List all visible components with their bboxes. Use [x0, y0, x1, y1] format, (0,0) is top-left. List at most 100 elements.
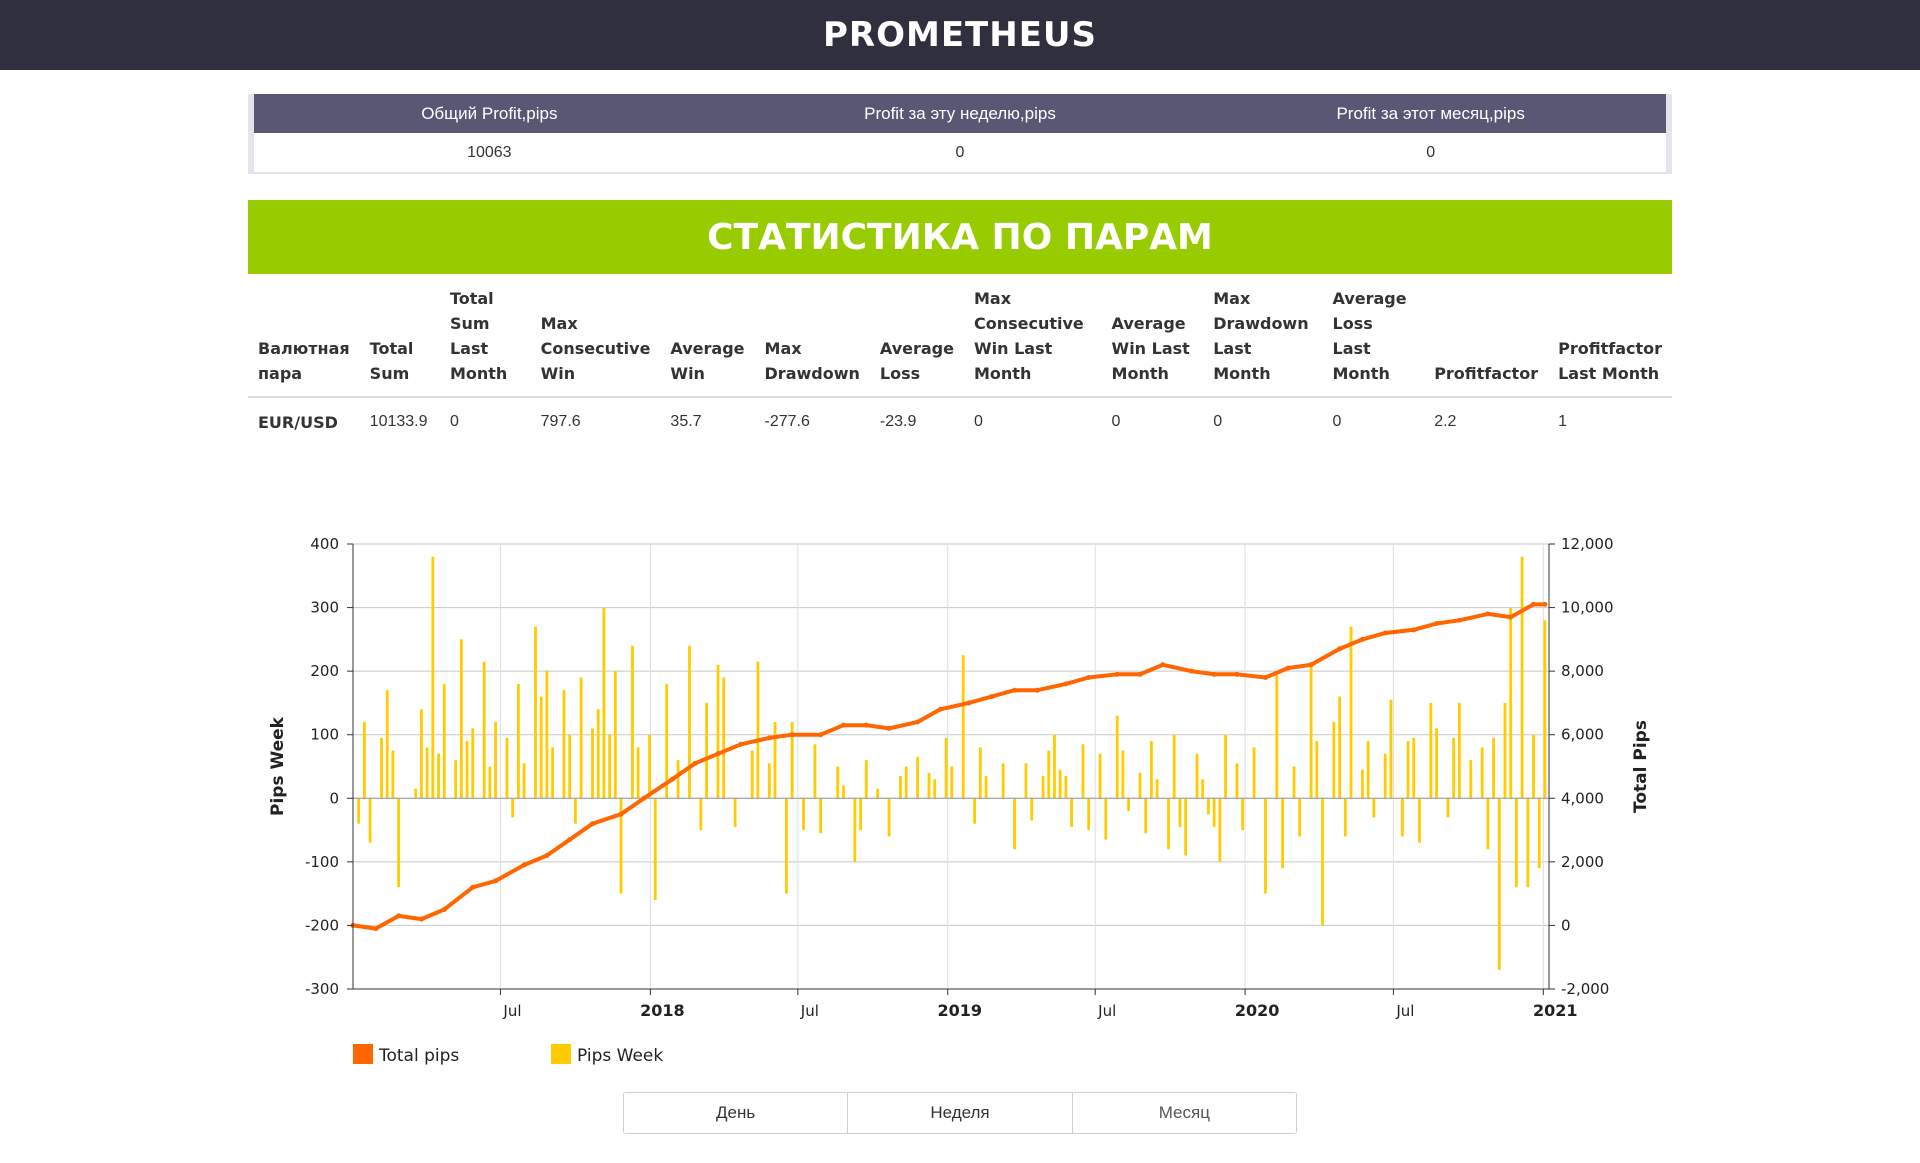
- total-pips-point: [418, 916, 424, 922]
- pips-week-bar: [488, 766, 492, 799]
- pips-week-bar: [494, 722, 497, 799]
- pips-week-bar: [1503, 702, 1507, 799]
- pips-week-bar: [1167, 798, 1170, 850]
- right-axis-tick-label: 0: [1561, 916, 1571, 934]
- pips-week-bar: [437, 753, 440, 799]
- range-week-button[interactable]: Неделя: [848, 1093, 1073, 1133]
- pips-week-bar: [944, 737, 948, 799]
- pips-week-bar: [516, 683, 520, 799]
- total-pips-point: [715, 751, 721, 757]
- pips-week-bar: [511, 798, 515, 818]
- legend-label-pips-week: Pips Week: [577, 1046, 663, 1066]
- range-day-button[interactable]: День: [624, 1093, 849, 1133]
- pips-week-bar: [1486, 798, 1490, 850]
- pips-week-bar: [1418, 798, 1421, 843]
- pips-week-bar: [1218, 798, 1222, 862]
- total-pips-point: [1542, 601, 1548, 607]
- pips-week-bar: [853, 798, 857, 862]
- pips-week-bar: [363, 722, 366, 799]
- right-axis-title: Total Pips: [1631, 720, 1651, 813]
- total-pips-point: [886, 725, 892, 731]
- total-pips-point: [470, 884, 476, 890]
- pips-week-bar: [1543, 620, 1547, 799]
- pips-week-bar: [1195, 753, 1199, 799]
- total-pips-point: [1211, 671, 1217, 677]
- total-pips-point: [692, 760, 698, 766]
- pips-week-bar: [391, 750, 395, 799]
- pips-week-bar: [442, 683, 446, 799]
- total-pips-point: [618, 811, 624, 817]
- total-pips-point: [818, 732, 824, 738]
- pips-week-bar: [1452, 737, 1456, 799]
- pips-week-bar: [1366, 741, 1370, 799]
- pips-week-bar: [1264, 798, 1267, 894]
- left-axis-tick-label: -300: [305, 980, 339, 998]
- total-pips-point: [544, 853, 550, 858]
- pips-week-bar: [722, 677, 726, 799]
- total-pips-point: [373, 926, 379, 932]
- pips-week-bar: [522, 763, 526, 799]
- total-pips-point: [966, 700, 972, 706]
- right-axis-tick-label: 4,000: [1561, 789, 1604, 807]
- pips-week-bar: [591, 728, 594, 799]
- pips-week-bar: [1064, 776, 1068, 799]
- pips-week-bar: [1115, 715, 1119, 799]
- pips-week-bar: [705, 702, 708, 799]
- pips-week-bar: [636, 747, 640, 799]
- pips-week-bar: [602, 607, 606, 799]
- pips-week-bar: [1235, 763, 1239, 799]
- pips-week-bar: [927, 772, 931, 799]
- pips-week-bar: [1144, 798, 1148, 834]
- pips-week-bar: [904, 766, 908, 799]
- pips-week-bar: [1509, 607, 1513, 799]
- pips-week-bar: [1041, 776, 1045, 799]
- pips-week-bar: [1224, 734, 1227, 799]
- left-axis-tick-label: -100: [305, 853, 339, 871]
- pips-week-bar: [1212, 798, 1216, 827]
- total-pips-point: [441, 907, 447, 913]
- total-pips-point: [738, 741, 744, 747]
- pips-week-bar: [933, 779, 937, 799]
- pips-week-bar: [819, 798, 823, 834]
- pips-week-bar: [750, 750, 754, 799]
- total-pips-point: [669, 776, 675, 782]
- total-pips-point: [1411, 627, 1417, 633]
- pips-week-bar: [368, 798, 372, 843]
- pips-week-bar: [1207, 798, 1210, 815]
- pips-week-bar: [688, 645, 691, 799]
- pips-week-bar: [973, 798, 977, 824]
- right-axis-tick-label: 2,000: [1561, 853, 1604, 871]
- total-pips-point: [1063, 681, 1069, 687]
- total-pips-point: [1456, 617, 1462, 623]
- left-axis-tick-label: 0: [329, 789, 339, 807]
- total-pips-point: [1188, 668, 1194, 674]
- pips-week-bar: [1400, 798, 1404, 837]
- pips-week-bar: [648, 734, 651, 799]
- range-month-button[interactable]: Месяц: [1072, 1093, 1296, 1133]
- x-axis-tick-label: 2020: [1235, 1001, 1280, 1020]
- pips-week-bar: [545, 671, 549, 799]
- pips-week-bar: [1515, 798, 1518, 888]
- total-pips-point: [789, 732, 795, 738]
- total-pips-point: [937, 706, 943, 712]
- pips-week-bar: [1429, 702, 1433, 799]
- pips-week-bar: [1013, 798, 1016, 850]
- legend-label-total-pips: Total pips: [378, 1046, 459, 1066]
- pips-week-bar: [551, 747, 555, 799]
- pips-week-bar: [1053, 734, 1056, 799]
- pips-week-bar: [420, 709, 423, 799]
- left-axis-tick-label: 400: [310, 535, 339, 553]
- pips-week-bar: [1047, 750, 1051, 799]
- pips-week-bar: [899, 776, 902, 799]
- pips-week-bar: [1298, 798, 1302, 837]
- pips-week-bar: [1098, 753, 1102, 799]
- pips-week-bar: [1150, 741, 1153, 799]
- total-pips-point: [1434, 620, 1440, 626]
- pips-week-bar: [1338, 696, 1342, 799]
- pips-week-bar: [385, 690, 389, 799]
- pips-week-bar: [1469, 760, 1473, 799]
- pips-week-bar: [676, 760, 680, 799]
- pips-week-bar: [1537, 798, 1541, 869]
- pips-week-bar: [1480, 747, 1484, 799]
- pips-week-bar: [534, 626, 537, 799]
